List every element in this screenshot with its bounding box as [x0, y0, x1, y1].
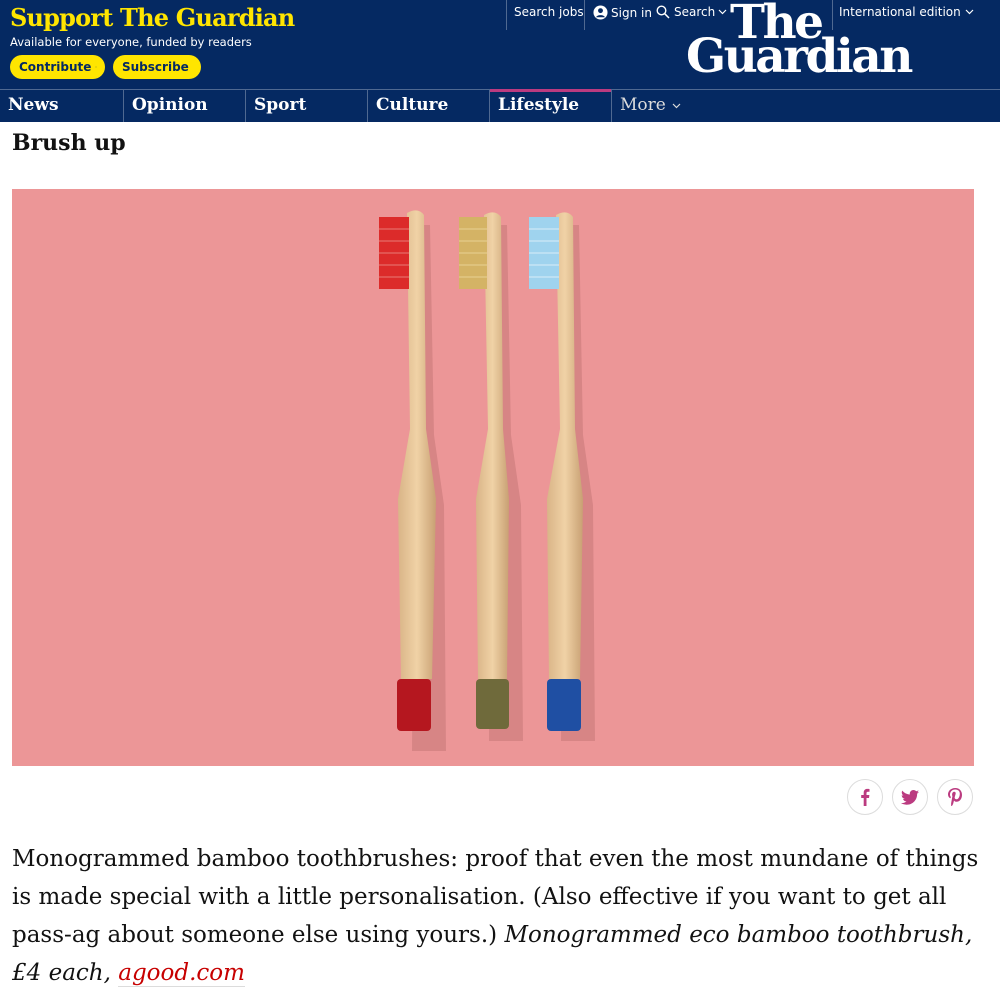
toothbrushes-photo: [12, 189, 974, 766]
support-subtitle: Available for everyone, funded by reader…: [10, 35, 252, 49]
subscribe-button[interactable]: Subscribe: [113, 55, 201, 79]
logo-line-2: Guardian: [686, 29, 913, 84]
sign-in-link[interactable]: Sign in: [593, 5, 652, 20]
user-icon: [593, 5, 608, 20]
edition-label: International edition: [839, 5, 961, 19]
share-twitter-button[interactable]: [892, 779, 928, 815]
chevron-down-icon: [965, 9, 974, 15]
site-header: Support The Guardian Available for every…: [0, 0, 1000, 122]
nav-item-more[interactable]: More: [611, 90, 733, 122]
main-nav: News Opinion Sport Culture Lifestyle Mor…: [0, 89, 1000, 122]
agood-link[interactable]: agood.com: [118, 960, 245, 987]
nav-label: News: [8, 95, 59, 115]
nav-item-news[interactable]: News: [0, 90, 123, 122]
search-jobs-link[interactable]: Search jobs: [514, 5, 584, 19]
arrow-right-icon: [95, 66, 97, 68]
sign-in-label: Sign in: [611, 5, 652, 20]
facebook-icon: [861, 788, 870, 806]
contribute-button[interactable]: Contribute: [10, 55, 105, 79]
share-pinterest-button[interactable]: [937, 779, 973, 815]
nav-item-opinion[interactable]: Opinion: [123, 90, 245, 122]
header-divider: [584, 0, 585, 30]
nav-label: Sport: [254, 95, 307, 115]
nav-label: More: [620, 95, 666, 115]
chevron-down-icon: [672, 103, 681, 108]
twitter-icon: [901, 789, 919, 805]
subscribe-label: Subscribe: [122, 60, 189, 74]
share-facebook-button[interactable]: [847, 779, 883, 815]
pinterest-icon: [948, 788, 962, 806]
edition-selector[interactable]: International edition: [839, 5, 974, 19]
support-title: Support The Guardian: [10, 3, 295, 32]
search-icon: [656, 5, 670, 19]
contribute-label: Contribute: [19, 60, 92, 74]
nav-item-lifestyle[interactable]: Lifestyle: [489, 89, 611, 122]
header-divider: [832, 0, 833, 30]
article-body: Monogrammed bamboo toothbrushes: proof t…: [12, 840, 982, 992]
nav-label: Lifestyle: [498, 95, 580, 115]
nav-label: Opinion: [132, 95, 208, 115]
search-jobs-label: Search jobs: [514, 5, 584, 19]
nav-item-culture[interactable]: Culture: [367, 90, 489, 122]
hero-image: [12, 189, 974, 766]
nav-label: Culture: [376, 95, 449, 115]
header-divider: [506, 0, 507, 30]
article-headline: Brush up: [12, 130, 126, 156]
nav-item-sport[interactable]: Sport: [245, 90, 367, 122]
